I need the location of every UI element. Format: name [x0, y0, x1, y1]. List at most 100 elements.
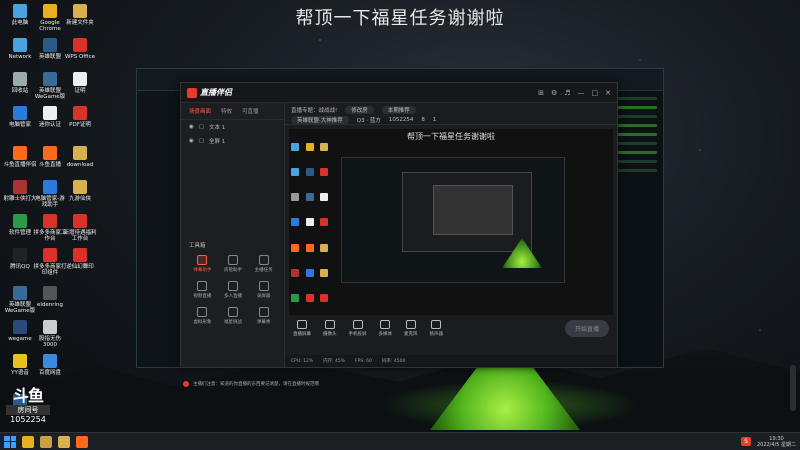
taskbar-app-douyu-icon[interactable]	[76, 435, 88, 448]
eye-icon[interactable]: ◉	[189, 124, 194, 130]
desktop-icon[interactable]: 新增待遇福利工作台	[63, 214, 97, 242]
desktop-icon[interactable]: wegame	[3, 320, 37, 342]
desktop-icon-label: 逆仙幻舞印	[66, 264, 94, 270]
desktop-icon[interactable]: 斗鱼直播伴侣	[3, 146, 37, 168]
lock-icon[interactable]: ▢	[199, 138, 204, 144]
toolbox-item[interactable]: 多人直播	[218, 281, 249, 299]
window-control-icon[interactable]: ⊞	[538, 89, 544, 97]
scrollbar-handle[interactable]	[790, 365, 796, 411]
stream-control-button[interactable]: 麦克风	[404, 319, 418, 337]
tool-icon	[197, 281, 208, 291]
desktop-icon-label: 拼多多商家工作台	[33, 230, 67, 243]
stream-assistant-window[interactable]: 直播伴侣 ⊞ ⚙ ♬ — □ ✕ 场景画面 特效 可直播 ◉ ▢ 文本 1 ◉ ▢ 全屏 1 工具箱 弹…	[180, 82, 618, 387]
watermark-logo: 斗鱼	[12, 386, 44, 405]
toolbox-item[interactable]: 录屏器	[248, 281, 279, 299]
desktop-icon[interactable]: 英雄联盟WeGame版	[3, 286, 37, 314]
lock-icon[interactable]: ▢	[199, 124, 204, 130]
desktop-icon-label: 新增待遇福利工作台	[63, 230, 97, 243]
toolbox-item[interactable]: 主播任务	[248, 255, 279, 273]
desktop-icon[interactable]: PDF证明	[63, 106, 97, 128]
status-bar: CPU: 12% 内存: 45% FPS: 60 码率: 4500	[285, 355, 617, 367]
desktop-icon[interactable]: 腾讯QQ	[3, 248, 37, 270]
taskbar-app-lol-icon[interactable]	[40, 435, 52, 448]
desktop-icon[interactable]: 证明	[63, 72, 97, 94]
source-item[interactable]: ◉ ▢ 文本 1	[181, 120, 284, 134]
source-item[interactable]: ◉ ▢ 全屏 1	[181, 134, 284, 148]
stream-info-field[interactable]: 修改房	[345, 106, 374, 114]
desktop-icon[interactable]: Network	[3, 38, 37, 60]
toolbox-item[interactable]: 弹幕助手	[187, 255, 218, 273]
stream-control-button[interactable]: 摄像头	[323, 319, 337, 337]
desktop-icon[interactable]: 新建文件夹	[63, 4, 97, 26]
desktop-icon[interactable]: download	[63, 146, 97, 168]
toolbox-item[interactable]: 视频直播	[187, 281, 218, 299]
desktop-icon-label: 英雄联盟WeGame版	[34, 88, 66, 101]
source-label: 文本 1	[209, 125, 226, 131]
stream-app-header: 直播伴侣 ⊞ ⚙ ♬ — □ ✕	[181, 83, 617, 103]
desktop-icon[interactable]: 拼多多商家打印组件	[33, 248, 67, 276]
start-live-button[interactable]: 开始直播	[564, 319, 609, 337]
desktop-app-icon	[43, 146, 57, 160]
window-control-icon[interactable]: □	[592, 89, 599, 97]
window-control-icon[interactable]: ♬	[564, 89, 570, 97]
desktop-icon-area: 此电脑 Google Chrome 新建文件夹 Network 英雄联盟 WPS Offi…	[0, 0, 110, 430]
window-control-icon[interactable]: —	[578, 89, 585, 97]
stream-control-button[interactable]: 直播屏幕	[293, 319, 311, 337]
desktop-icon[interactable]: eldenring	[33, 286, 67, 308]
eye-icon[interactable]: ◉	[189, 138, 194, 144]
toolbox-item[interactable]: 弹幕秀	[248, 307, 279, 325]
desktop-icon-label: 百度网盘	[38, 370, 61, 376]
status-item: FPS: 60	[355, 358, 372, 364]
tray-ime-badge[interactable]: S	[741, 437, 751, 446]
desktop-icon-label: 九游仙侠	[68, 196, 91, 202]
scene-tab[interactable]: 可直播	[242, 107, 259, 115]
taskbar-clock[interactable]: 19:30 2022/4/5 星期二	[757, 436, 796, 448]
control-label: 麦克风	[404, 331, 418, 337]
desktop-icon[interactable]: WPS Office	[63, 38, 97, 60]
desktop-icon[interactable]: 此电脑	[3, 4, 37, 26]
desktop-icon-label: 迷你认证	[38, 122, 61, 128]
desktop-icon[interactable]: 九游仙侠	[63, 180, 97, 202]
desktop-icon[interactable]: 百度网盘	[33, 354, 67, 376]
start-button[interactable]	[4, 435, 16, 448]
desktop-icon[interactable]: 迷你认证	[33, 106, 67, 128]
control-icon	[324, 319, 335, 329]
preview-desktop-icons	[291, 143, 331, 315]
stream-control-button[interactable]: 多媒体	[378, 319, 393, 337]
desktop-icon-label: wegame	[8, 336, 32, 342]
notice-icon	[183, 381, 189, 387]
control-label: 多媒体	[378, 331, 393, 337]
tool-icon	[258, 255, 269, 265]
desktop-icon[interactable]: 软件管理	[3, 214, 37, 236]
desktop-icon-label: eldenring	[36, 302, 64, 308]
stream-info-field[interactable]: 本期推荐	[381, 106, 416, 114]
window-control-icon[interactable]: ⚙	[551, 89, 557, 97]
desktop-icon[interactable]: 拼多多商家工作台	[33, 214, 67, 242]
tool-label: 多人直播	[223, 294, 242, 299]
toolbox-item[interactable]: 房管助手	[218, 255, 249, 273]
toolbox-item[interactable]: 虚拟形象	[187, 307, 218, 325]
stream-control-button[interactable]: 扬声器	[430, 319, 443, 337]
desktop-icon[interactable]: 英雄联盟WeGame版	[33, 72, 67, 100]
scene-tab[interactable]: 场景画面	[189, 107, 211, 115]
desktop-icon[interactable]: 英雄联盟	[33, 38, 67, 60]
tool-icon	[197, 255, 208, 265]
desktop-icon[interactable]: 电脑管家-游戏助手	[33, 180, 67, 208]
desktop-icon[interactable]: 斗鱼直播	[33, 146, 67, 168]
desktop-icon[interactable]: Google Chrome	[33, 4, 67, 32]
desktop-icon[interactable]: 射雕士侠打大	[3, 180, 37, 202]
desktop-icon[interactable]: 股指无伤3000	[33, 320, 67, 348]
toolbox-item[interactable]: 福星挑战	[218, 307, 249, 325]
desktop-icon[interactable]: 回收站	[3, 72, 37, 94]
stream-control-button[interactable]: 手机投屏	[349, 319, 367, 337]
window-control-icon[interactable]: ✕	[605, 89, 611, 97]
desktop-icon[interactable]: YY语音	[3, 354, 37, 376]
scene-tab[interactable]: 特效	[221, 107, 232, 115]
taskbar-app-chrome-icon[interactable]	[22, 435, 34, 448]
desktop-icon[interactable]: 电脑管家	[3, 106, 37, 128]
desktop-app-icon	[73, 106, 87, 120]
desktop-icon-label: 腾讯QQ	[10, 264, 30, 270]
desktop-app-icon	[43, 106, 57, 120]
desktop-icon[interactable]: 逆仙幻舞印	[63, 248, 97, 270]
taskbar-app-explorer-icon[interactable]	[58, 435, 70, 448]
